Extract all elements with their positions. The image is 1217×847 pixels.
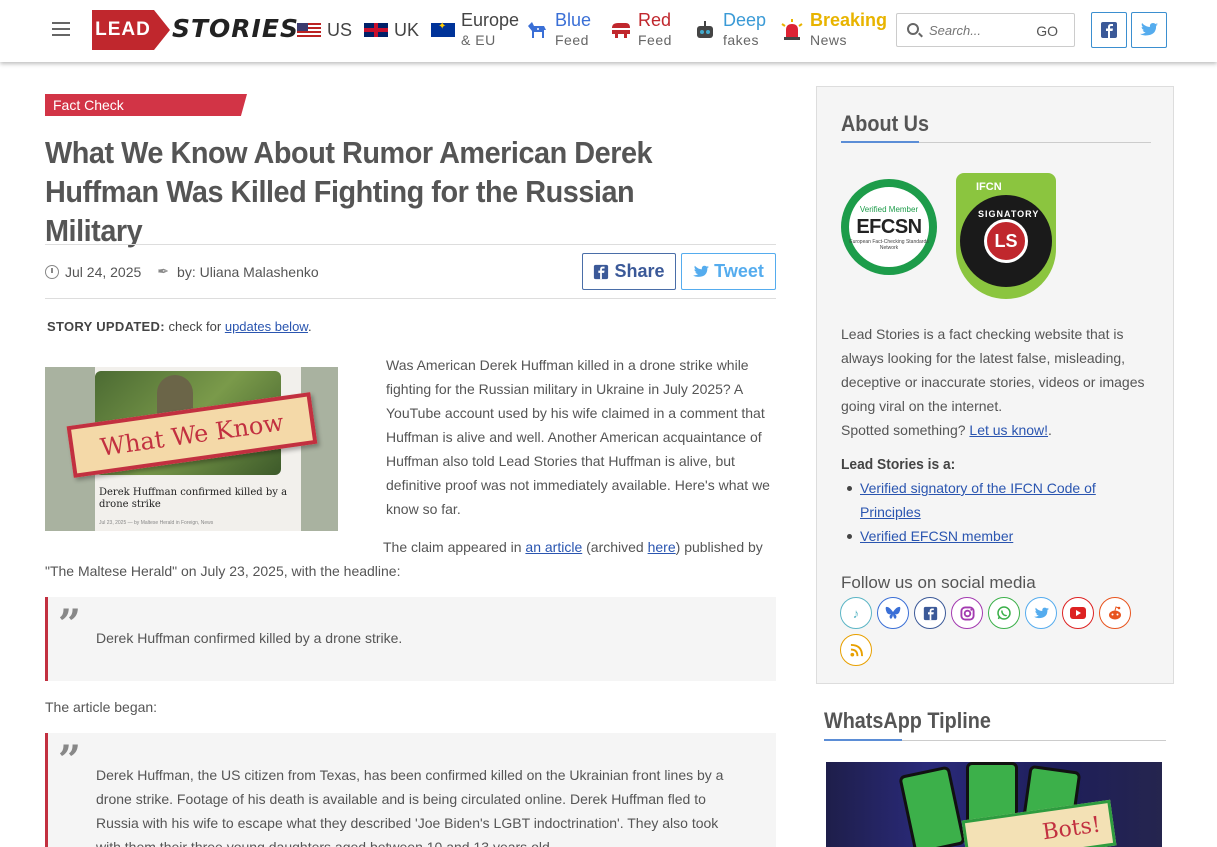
search-icon xyxy=(907,23,919,35)
nav-uk[interactable]: UK xyxy=(364,8,419,52)
uk-flag-icon xyxy=(364,23,388,37)
about-us-heading: About Us xyxy=(841,111,929,136)
hero-byline: Jul 23, 2025 — by Maltese Herald in Fore… xyxy=(99,520,214,526)
whatsapp-tipline-image[interactable]: Bots! xyxy=(826,762,1162,847)
us-flag-icon xyxy=(297,23,321,37)
header-facebook-button[interactable] xyxy=(1091,12,1127,48)
reddit-icon[interactable] xyxy=(1099,597,1131,629)
nav-blue-feed[interactable]: Blue Feed xyxy=(525,8,591,52)
article-title: What We Know About Rumor American Derek … xyxy=(45,135,653,248)
facebook-icon xyxy=(594,264,609,279)
robot-icon xyxy=(697,21,713,38)
efcsn-member-link[interactable]: Verified EFCSN member xyxy=(860,528,1013,544)
search-box: GO xyxy=(896,13,1075,47)
facebook-icon xyxy=(1101,22,1117,38)
whatsapp-tipline-heading: WhatsApp Tipline xyxy=(824,708,991,733)
hamburger-menu-icon[interactable] xyxy=(52,22,70,36)
let-us-know-link[interactable]: Let us know! xyxy=(969,422,1048,438)
donkey-icon xyxy=(528,22,546,38)
twitter-bird-icon xyxy=(693,265,710,277)
lead-stories-logo[interactable]: LEAD STORIES xyxy=(92,10,298,50)
nav-europe[interactable]: Europe& EU xyxy=(431,8,519,52)
whatsapp-icon[interactable] xyxy=(988,597,1020,629)
efcsn-badge[interactable]: Verified Member EFCSN European Fact-Chec… xyxy=(841,179,937,275)
about-description: Lead Stories is a fact checking website … xyxy=(841,326,1145,438)
instagram-icon[interactable] xyxy=(951,597,983,629)
article-began-text: The article began: xyxy=(45,699,158,715)
nav-breaking-news[interactable]: Breaking News xyxy=(780,8,887,52)
youtube-icon[interactable] xyxy=(1062,597,1094,629)
bluesky-icon[interactable] xyxy=(877,597,909,629)
quote-mark-icon: ” xyxy=(58,737,82,784)
top-navigation-bar: LEAD STORIES US UK Europe& EU BlueFeed R… xyxy=(0,0,1217,62)
divider xyxy=(45,244,776,245)
hero-image: What We Know Derek Huffman confirmed kil… xyxy=(45,367,338,531)
quote-mark-icon: ” xyxy=(58,601,82,648)
nav-deepfakes[interactable]: Deep fakes xyxy=(693,8,766,52)
ifcn-code-link[interactable]: Verified signatory of the IFCN Code of P… xyxy=(860,480,1096,520)
tweet-button[interactable]: Tweet xyxy=(681,253,776,290)
article-meta: Jul 24, 2025 ✒ by: Uliana Malashenko xyxy=(45,263,319,280)
rss-icon[interactable] xyxy=(840,634,872,666)
header-twitter-button[interactable] xyxy=(1131,12,1167,48)
lead-stories-is-a-heading: Lead Stories is a: xyxy=(841,456,956,473)
eu-flag-icon xyxy=(431,21,455,37)
siren-icon xyxy=(781,19,803,40)
twitter-bird-icon xyxy=(1140,22,1158,36)
story-updated-note: STORY UPDATED: check for updates below. xyxy=(47,319,312,334)
blockquote: ” Derek Huffman, the US citizen from Tex… xyxy=(45,733,776,847)
intro-paragraph: Was American Derek Huffman killed in a d… xyxy=(386,357,770,517)
category-tag[interactable]: Fact Check xyxy=(45,94,247,116)
article-date: Jul 24, 2025 xyxy=(65,263,142,280)
claim-paragraph: The claim appeared in an article (archiv… xyxy=(45,539,763,579)
list-item: Verified EFCSN member xyxy=(841,524,1141,548)
clock-icon xyxy=(45,264,59,279)
divider xyxy=(45,298,776,299)
nav-us[interactable]: US xyxy=(297,8,352,52)
nav-red-feed[interactable]: Red Feed xyxy=(608,8,672,52)
ifcn-signatory-badge[interactable]: IFCN LS SIGNATORY xyxy=(956,173,1056,299)
tiktok-icon[interactable]: ♪ xyxy=(840,597,872,629)
about-us-panel: About Us Verified Member EFCSN European … xyxy=(816,86,1174,684)
hero-caption: Derek Huffman confirmed killed by a dron… xyxy=(99,487,288,510)
updates-below-link[interactable]: updates below xyxy=(225,319,308,334)
facebook-icon[interactable] xyxy=(914,597,946,629)
article-author[interactable]: by: Uliana Malashenko xyxy=(177,264,319,280)
list-item: Verified signatory of the IFCN Code of P… xyxy=(841,476,1141,524)
elephant-icon xyxy=(612,23,630,38)
quill-icon: ✒ xyxy=(157,263,170,279)
twitter-icon[interactable] xyxy=(1025,597,1057,629)
share-button[interactable]: Share xyxy=(582,253,676,290)
credentials-list: Verified signatory of the IFCN Code of P… xyxy=(841,476,1141,548)
article-link[interactable]: an article xyxy=(525,539,582,555)
archived-link[interactable]: here xyxy=(648,539,676,555)
search-input[interactable] xyxy=(929,21,1029,39)
search-go-button[interactable]: GO xyxy=(1036,23,1058,39)
blockquote: ” Derek Huffman confirmed killed by a dr… xyxy=(45,597,776,681)
follow-us-heading: Follow us on social media xyxy=(841,573,1036,592)
